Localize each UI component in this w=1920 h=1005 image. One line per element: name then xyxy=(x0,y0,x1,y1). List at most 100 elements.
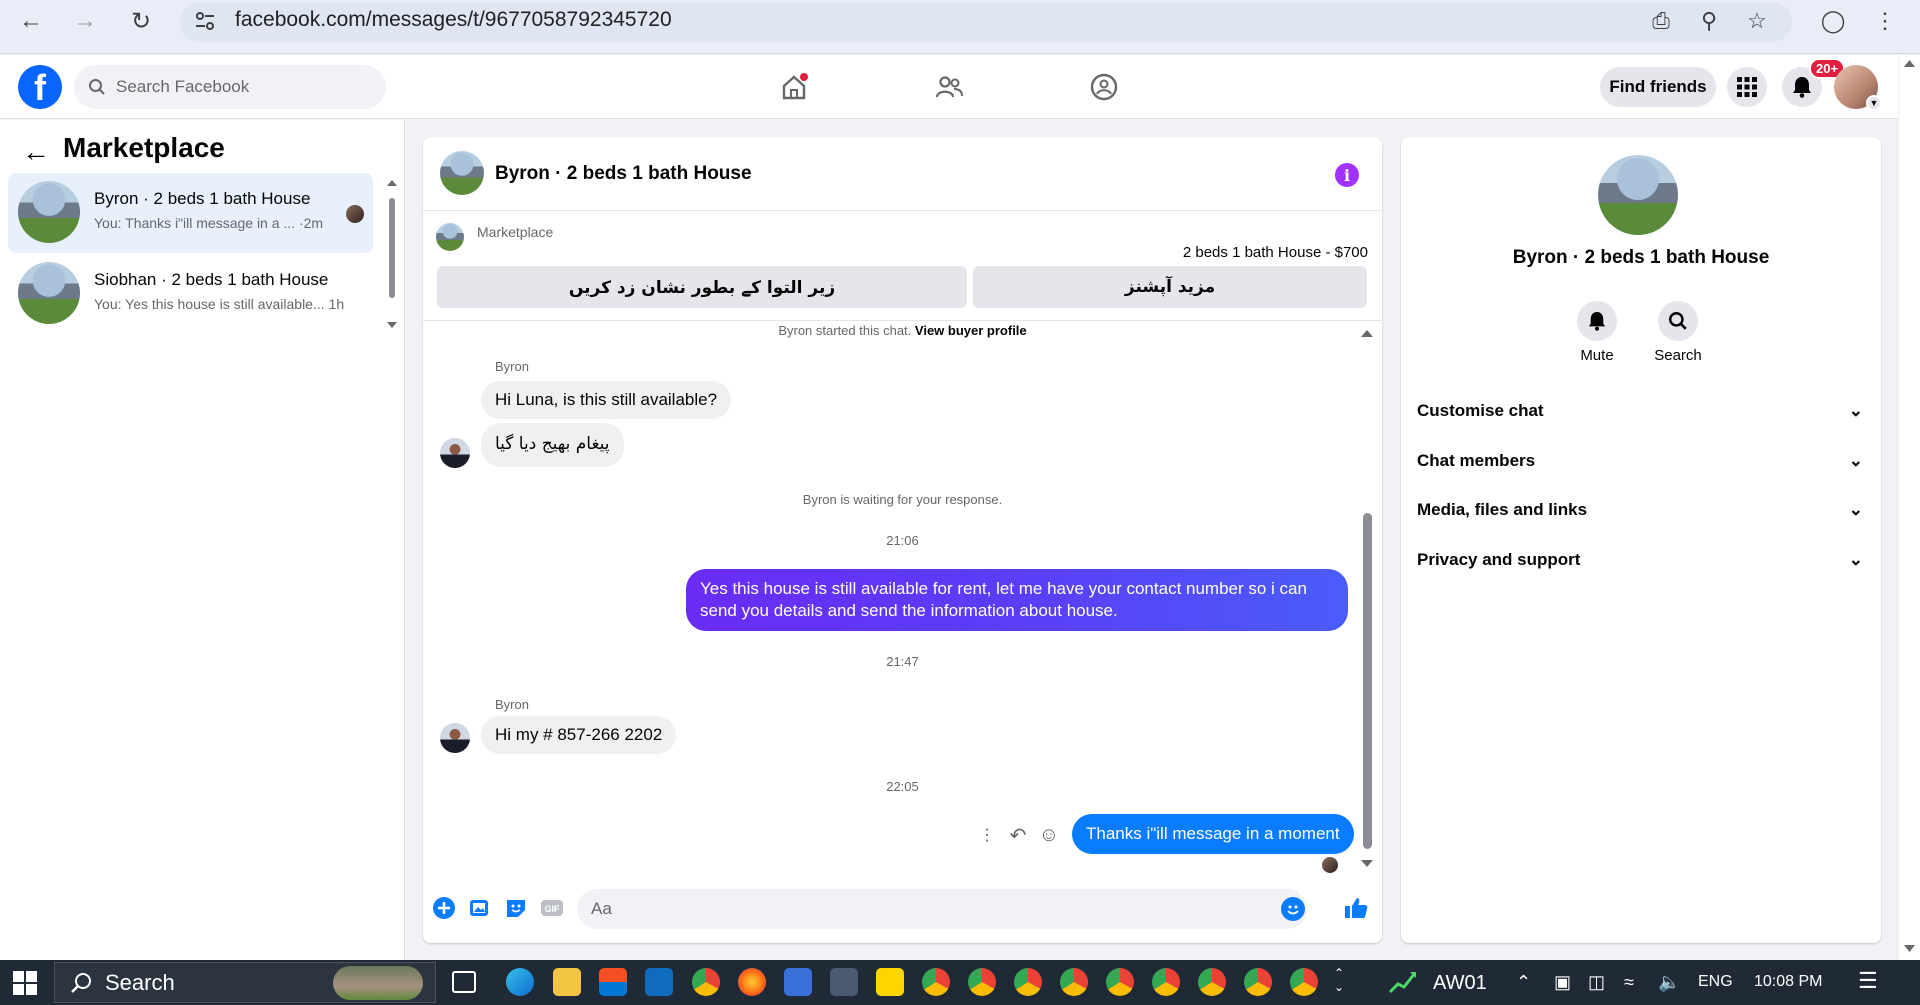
account-avatar[interactable]: ▼ xyxy=(1834,65,1882,111)
sticker-icon[interactable] xyxy=(503,895,529,921)
sidebar-scrollbar[interactable] xyxy=(386,178,398,338)
section-customise-chat[interactable]: Customise chat ⌄ xyxy=(1417,389,1863,433)
sticky-notes-icon[interactable] xyxy=(876,968,904,996)
find-friends-button[interactable]: Find friends xyxy=(1600,67,1716,107)
taskbar-overflow-chevron-icon[interactable]: ⌃ ⌄ xyxy=(1334,966,1344,994)
like-thumb-icon[interactable] xyxy=(1343,895,1369,921)
outgoing-message[interactable]: Yes this house is still available for re… xyxy=(686,569,1348,632)
chrome-icon[interactable] xyxy=(1290,968,1318,996)
chat-scrollbar[interactable] xyxy=(1360,327,1374,867)
mark-pending-button[interactable]: زیر التوا کے بطور نشان زد کریں xyxy=(437,266,967,308)
outlook-icon[interactable] xyxy=(645,968,673,996)
section-label: Chat members xyxy=(1417,451,1536,470)
notifications-center-icon[interactable]: ☰ xyxy=(1858,968,1878,994)
app-icon[interactable] xyxy=(784,968,812,996)
home-icon[interactable] xyxy=(774,67,814,107)
reply-icon[interactable]: ↶ xyxy=(1006,823,1030,847)
forward-icon[interactable]: → xyxy=(70,6,100,36)
incoming-message[interactable]: Hi my # 857-266 2202 xyxy=(481,716,677,754)
chrome-icon[interactable] xyxy=(1244,968,1272,996)
menu-grid-icon[interactable] xyxy=(1727,67,1767,107)
bookmark-star-icon[interactable]: ☆ xyxy=(1742,6,1772,36)
conversation-item[interactable]: Byron · 2 beds 1 bath House You: Thanks … xyxy=(8,173,373,253)
snippet-text: You: Thanks i"ill message in a ... xyxy=(94,215,296,231)
section-media-files-links[interactable]: Media, files and links ⌄ xyxy=(1417,488,1863,532)
file-explorer-icon[interactable] xyxy=(553,968,581,996)
zoom-icon[interactable]: ⚲ xyxy=(1694,6,1724,36)
more-options-button[interactable]: مزید آپشنز xyxy=(973,266,1367,308)
profile-icon[interactable]: ◯ xyxy=(1818,6,1848,36)
taskbar-search[interactable]: Search xyxy=(54,962,436,1003)
chrome-icon[interactable] xyxy=(922,968,950,996)
stock-ticker[interactable]: AW01 xyxy=(1433,972,1487,995)
listing-price[interactable]: 2 beds 1 bath House - $700 xyxy=(1183,244,1368,261)
tray-chevron-up-icon[interactable]: ⌃ xyxy=(1516,972,1531,993)
clock[interactable]: 10:08 PM xyxy=(1754,973,1822,991)
volume-icon[interactable]: 🔈 xyxy=(1658,972,1680,993)
chrome-icon[interactable] xyxy=(1106,968,1134,996)
back-icon[interactable]: ← xyxy=(16,6,46,36)
listing-avatar[interactable] xyxy=(1598,155,1678,235)
site-settings-icon[interactable] xyxy=(194,10,216,32)
section-chat-members[interactable]: Chat members ⌄ xyxy=(1417,439,1863,483)
wifi-icon[interactable]: ≈ xyxy=(1624,972,1634,993)
section-privacy-support[interactable]: Privacy and support ⌄ xyxy=(1417,538,1863,582)
seen-avatar xyxy=(346,205,364,223)
sidebar-title: Marketplace xyxy=(63,132,225,163)
chrome-icon[interactable] xyxy=(1060,968,1088,996)
chrome-icon[interactable] xyxy=(692,968,720,996)
mute-button[interactable]: Mute xyxy=(1557,301,1637,364)
back-arrow-icon[interactable]: ← xyxy=(22,136,50,168)
view-buyer-profile-link[interactable]: View buyer profile xyxy=(915,323,1027,338)
scroll-down-icon[interactable] xyxy=(1360,857,1374,871)
url-text[interactable]: facebook.com/messages/t/9677058792345720 xyxy=(235,8,672,32)
conversation-snippet: You: Yes this house is still available..… xyxy=(94,296,344,312)
outgoing-message[interactable]: Thanks i"ill message in a moment xyxy=(1072,814,1354,855)
svg-text:GIF: GIF xyxy=(545,904,561,914)
install-app-icon[interactable]: ⎙ xyxy=(1646,6,1676,36)
sender-avatar[interactable] xyxy=(440,438,470,468)
message-input[interactable]: Aa xyxy=(577,889,1307,929)
listing-thumbnail xyxy=(18,262,80,324)
photo-icon[interactable] xyxy=(467,895,493,921)
app-icon[interactable] xyxy=(830,968,858,996)
friends-icon[interactable] xyxy=(929,67,969,107)
chat-title[interactable]: Byron · 2 beds 1 bath House xyxy=(495,163,752,185)
edge-icon[interactable] xyxy=(506,968,534,996)
page-scrollbar[interactable] xyxy=(1899,55,1920,960)
search-input[interactable]: Search Facebook xyxy=(74,65,386,109)
battery-icon[interactable]: ◫ xyxy=(1588,972,1605,993)
incoming-message[interactable]: پیغام بھیج دیا گیا xyxy=(481,423,624,467)
chrome-icon[interactable] xyxy=(1198,968,1226,996)
chrome-icon[interactable] xyxy=(968,968,996,996)
meet-now-icon[interactable]: ▣ xyxy=(1554,972,1571,993)
more-actions-icon[interactable]: ⋮ xyxy=(975,823,999,847)
language-indicator[interactable]: ENG xyxy=(1698,973,1733,991)
listing-thumbnail[interactable] xyxy=(436,223,464,251)
windows-start-icon[interactable] xyxy=(10,968,40,998)
snippet-time: ·2m xyxy=(298,215,324,231)
react-emoji-icon[interactable]: ☺ xyxy=(1037,823,1061,847)
chrome-icon[interactable] xyxy=(1014,968,1042,996)
menu-icon[interactable]: ⋮ xyxy=(1870,6,1900,36)
facebook-logo-icon[interactable]: f xyxy=(18,65,62,109)
emoji-icon[interactable] xyxy=(1281,897,1305,921)
bell-icon xyxy=(1577,301,1617,341)
conversation-item[interactable]: Siobhan · 2 beds 1 bath House You: Yes t… xyxy=(8,254,373,334)
info-icon[interactable]: i xyxy=(1335,163,1359,187)
section-label: Privacy and support xyxy=(1417,550,1581,569)
groups-icon[interactable] xyxy=(1084,67,1124,107)
reload-icon[interactable]: ↻ xyxy=(126,6,156,36)
gif-icon[interactable]: GIF xyxy=(539,895,565,921)
listing-avatar[interactable] xyxy=(440,151,484,195)
incoming-message[interactable]: Hi Luna, is this still available? xyxy=(481,381,732,419)
task-view-icon[interactable] xyxy=(452,971,476,993)
store-icon[interactable] xyxy=(599,968,627,996)
search-in-chat-button[interactable]: Search xyxy=(1638,301,1718,364)
conversation-name: Byron · 2 beds 1 bath House xyxy=(94,189,311,208)
sender-avatar[interactable] xyxy=(440,723,470,753)
chrome-icon[interactable] xyxy=(1152,968,1180,996)
stock-chart-icon[interactable] xyxy=(1388,968,1418,996)
firefox-icon[interactable] xyxy=(738,968,766,996)
more-plus-icon[interactable] xyxy=(431,895,457,921)
